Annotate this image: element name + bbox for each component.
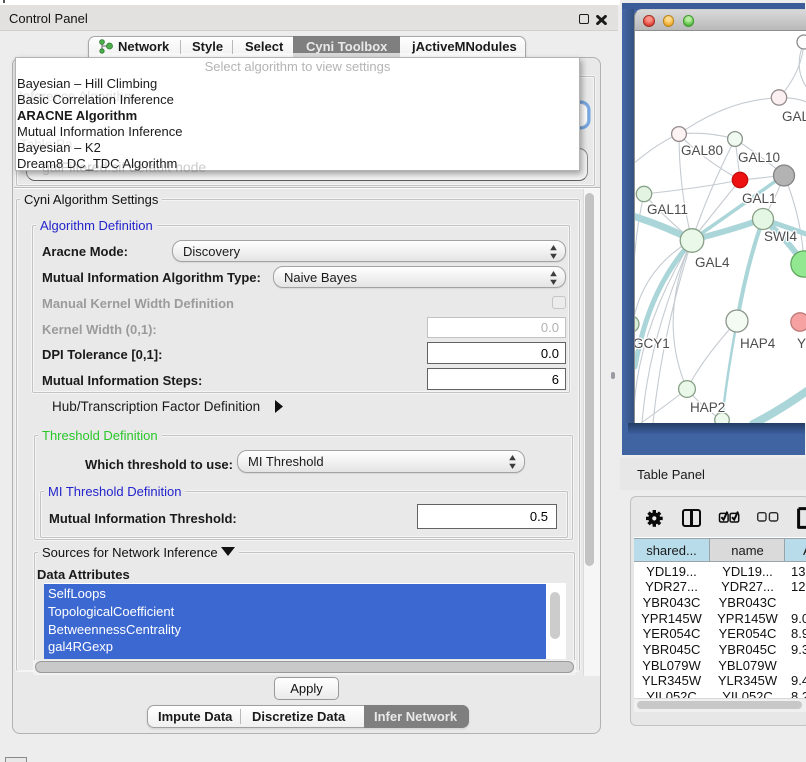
svg-text:GAL4: GAL4 (695, 255, 730, 270)
svg-text:SWI4: SWI4 (764, 229, 797, 244)
svg-text:GAL10: GAL10 (738, 150, 780, 165)
svg-text:YJ: YJ (797, 336, 806, 351)
svg-text:HAP4: HAP4 (740, 336, 776, 351)
svg-text:GAL2: GAL2 (782, 109, 806, 124)
svg-text:GCY1: GCY1 (635, 336, 670, 351)
svg-text:HAP2: HAP2 (690, 400, 725, 415)
svg-text:GAL1: GAL1 (742, 191, 777, 206)
svg-text:GAL80: GAL80 (681, 143, 723, 158)
svg-text:GAL11: GAL11 (647, 202, 688, 217)
